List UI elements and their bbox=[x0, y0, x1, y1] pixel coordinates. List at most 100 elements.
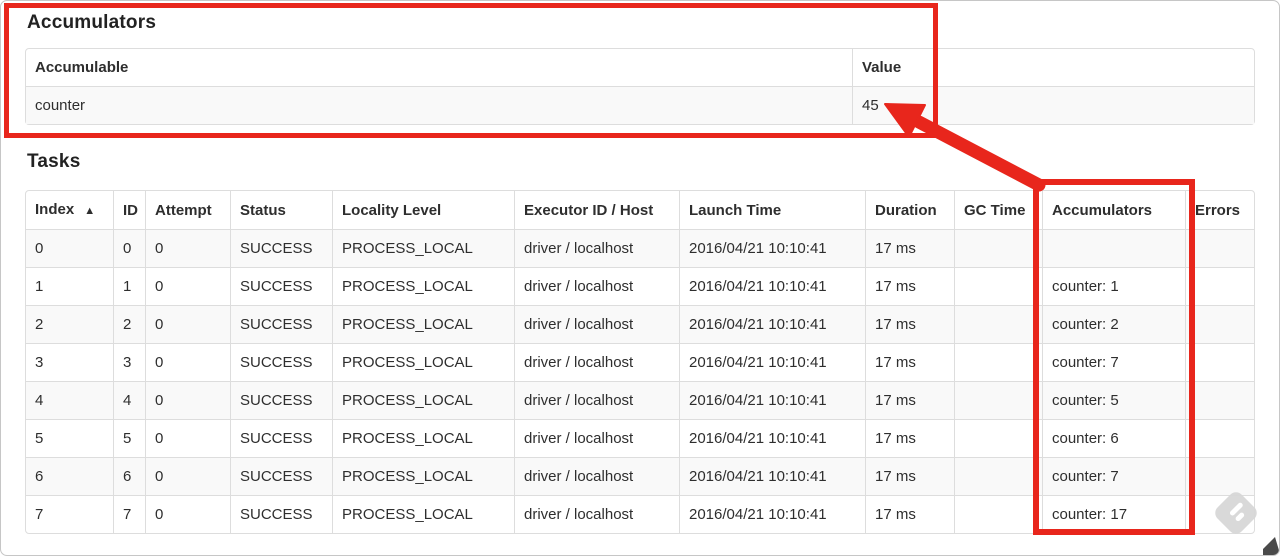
attempt-column-header[interactable]: Attempt bbox=[145, 191, 230, 229]
task-launch-time-cell: 2016/04/21 10:10:41 bbox=[679, 267, 865, 305]
index-header-label: Index bbox=[35, 201, 75, 218]
sort-ascending-icon: ▲ bbox=[84, 205, 96, 217]
task-index-cell: 0 bbox=[26, 229, 113, 267]
task-duration-cell: 17 ms bbox=[865, 419, 954, 457]
task-id-cell: 4 bbox=[113, 381, 145, 419]
task-status-cell: SUCCESS bbox=[230, 267, 332, 305]
page: Accumulators Accumulable Value counter 4… bbox=[0, 0, 1280, 556]
task-errors-cell bbox=[1185, 229, 1254, 267]
task-duration-cell: 17 ms bbox=[865, 229, 954, 267]
task-attempt-cell: 0 bbox=[145, 457, 230, 495]
task-accumulators-cell: counter: 5 bbox=[1042, 381, 1185, 419]
task-executor-cell: driver / localhost bbox=[514, 381, 679, 419]
task-gc-time-cell bbox=[954, 419, 1042, 457]
accumulable-value-cell: 45 bbox=[852, 86, 1254, 124]
task-locality-cell: PROCESS_LOCAL bbox=[332, 229, 514, 267]
status-column-header[interactable]: Status bbox=[230, 191, 332, 229]
task-gc-time-cell bbox=[954, 495, 1042, 533]
task-duration-cell: 17 ms bbox=[865, 343, 954, 381]
task-accumulators-cell: counter: 17 bbox=[1042, 495, 1185, 533]
task-id-cell: 0 bbox=[113, 229, 145, 267]
task-attempt-cell: 0 bbox=[145, 495, 230, 533]
task-row: 0 0 0 SUCCESS PROCESS_LOCAL driver / localhos… bbox=[26, 229, 1254, 267]
launch-time-column-header[interactable]: Launch Time bbox=[679, 191, 865, 229]
task-status-cell: SUCCESS bbox=[230, 419, 332, 457]
task-attempt-cell: 0 bbox=[145, 381, 230, 419]
task-accumulators-cell bbox=[1042, 229, 1185, 267]
task-accumulators-cell: counter: 2 bbox=[1042, 305, 1185, 343]
task-launch-time-cell: 2016/04/21 10:10:41 bbox=[679, 457, 865, 495]
task-locality-cell: PROCESS_LOCAL bbox=[332, 267, 514, 305]
index-column-header[interactable]: Index ▲ bbox=[26, 191, 113, 229]
accumulator-row: counter 45 bbox=[26, 86, 1254, 124]
task-accumulators-cell: counter: 7 bbox=[1042, 343, 1185, 381]
task-accumulators-cell: counter: 7 bbox=[1042, 457, 1185, 495]
task-id-cell: 5 bbox=[113, 419, 145, 457]
task-gc-time-cell bbox=[954, 229, 1042, 267]
task-index-cell: 7 bbox=[26, 495, 113, 533]
task-executor-cell: driver / localhost bbox=[514, 419, 679, 457]
task-launch-time-cell: 2016/04/21 10:10:41 bbox=[679, 495, 865, 533]
task-accumulators-cell: counter: 6 bbox=[1042, 419, 1185, 457]
task-executor-cell: driver / localhost bbox=[514, 343, 679, 381]
task-duration-cell: 17 ms bbox=[865, 495, 954, 533]
accumulators-header-row: Accumulable Value bbox=[26, 49, 1254, 86]
accumulators-column-header[interactable]: Accumulators bbox=[1042, 191, 1185, 229]
task-errors-cell bbox=[1185, 419, 1254, 457]
accumulable-name-cell: counter bbox=[26, 86, 852, 124]
locality-level-column-header[interactable]: Locality Level bbox=[332, 191, 514, 229]
task-gc-time-cell bbox=[954, 457, 1042, 495]
task-locality-cell: PROCESS_LOCAL bbox=[332, 457, 514, 495]
task-launch-time-cell: 2016/04/21 10:10:41 bbox=[679, 343, 865, 381]
task-index-cell: 3 bbox=[26, 343, 113, 381]
tasks-section-title: Tasks bbox=[27, 151, 81, 172]
task-row: 5 5 0 SUCCESS PROCESS_LOCAL driver / localhos… bbox=[26, 419, 1254, 457]
task-attempt-cell: 0 bbox=[145, 343, 230, 381]
task-accumulators-cell: counter: 1 bbox=[1042, 267, 1185, 305]
executor-id-host-column-header[interactable]: Executor ID / Host bbox=[514, 191, 679, 229]
task-duration-cell: 17 ms bbox=[865, 381, 954, 419]
task-locality-cell: PROCESS_LOCAL bbox=[332, 495, 514, 533]
watermark-stripe bbox=[1234, 511, 1246, 523]
id-column-header[interactable]: ID bbox=[113, 191, 145, 229]
accumulable-column-header: Accumulable bbox=[35, 59, 129, 76]
task-id-cell: 7 bbox=[113, 495, 145, 533]
value-column-header: Value bbox=[852, 49, 1254, 86]
task-index-cell: 4 bbox=[26, 381, 113, 419]
task-duration-cell: 17 ms bbox=[865, 305, 954, 343]
duration-column-header[interactable]: Duration bbox=[865, 191, 954, 229]
task-status-cell: SUCCESS bbox=[230, 381, 332, 419]
task-executor-cell: driver / localhost bbox=[514, 267, 679, 305]
task-attempt-cell: 0 bbox=[145, 419, 230, 457]
task-row: 4 4 0 SUCCESS PROCESS_LOCAL driver / localhos… bbox=[26, 381, 1254, 419]
task-row: 6 6 0 SUCCESS PROCESS_LOCAL driver / localhos… bbox=[26, 457, 1254, 495]
task-row: 1 1 0 SUCCESS PROCESS_LOCAL driver / localhos… bbox=[26, 267, 1254, 305]
task-gc-time-cell bbox=[954, 305, 1042, 343]
gc-time-column-header[interactable]: GC Time bbox=[954, 191, 1042, 229]
task-row: 7 7 0 SUCCESS PROCESS_LOCAL driver / localhos… bbox=[26, 495, 1254, 533]
task-launch-time-cell: 2016/04/21 10:10:41 bbox=[679, 229, 865, 267]
errors-column-header[interactable]: Errors bbox=[1185, 191, 1254, 229]
task-executor-cell: driver / localhost bbox=[514, 457, 679, 495]
task-index-cell: 2 bbox=[26, 305, 113, 343]
task-id-cell: 6 bbox=[113, 457, 145, 495]
task-attempt-cell: 0 bbox=[145, 305, 230, 343]
tasks-header-row: Index ▲ ID Attempt Status Locality Level … bbox=[26, 191, 1254, 229]
task-gc-time-cell bbox=[954, 267, 1042, 305]
task-launch-time-cell: 2016/04/21 10:10:41 bbox=[679, 381, 865, 419]
task-attempt-cell: 0 bbox=[145, 267, 230, 305]
task-errors-cell bbox=[1185, 343, 1254, 381]
task-gc-time-cell bbox=[954, 343, 1042, 381]
task-errors-cell bbox=[1185, 267, 1254, 305]
task-row: 3 3 0 SUCCESS PROCESS_LOCAL driver / localhos… bbox=[26, 343, 1254, 381]
task-executor-cell: driver / localhost bbox=[514, 305, 679, 343]
task-status-cell: SUCCESS bbox=[230, 343, 332, 381]
task-id-cell: 3 bbox=[113, 343, 145, 381]
task-executor-cell: driver / localhost bbox=[514, 229, 679, 267]
task-launch-time-cell: 2016/04/21 10:10:41 bbox=[679, 305, 865, 343]
task-launch-time-cell: 2016/04/21 10:10:41 bbox=[679, 419, 865, 457]
task-status-cell: SUCCESS bbox=[230, 305, 332, 343]
task-index-cell: 6 bbox=[26, 457, 113, 495]
task-row: 2 2 0 SUCCESS PROCESS_LOCAL driver / localhos… bbox=[26, 305, 1254, 343]
task-locality-cell: PROCESS_LOCAL bbox=[332, 419, 514, 457]
